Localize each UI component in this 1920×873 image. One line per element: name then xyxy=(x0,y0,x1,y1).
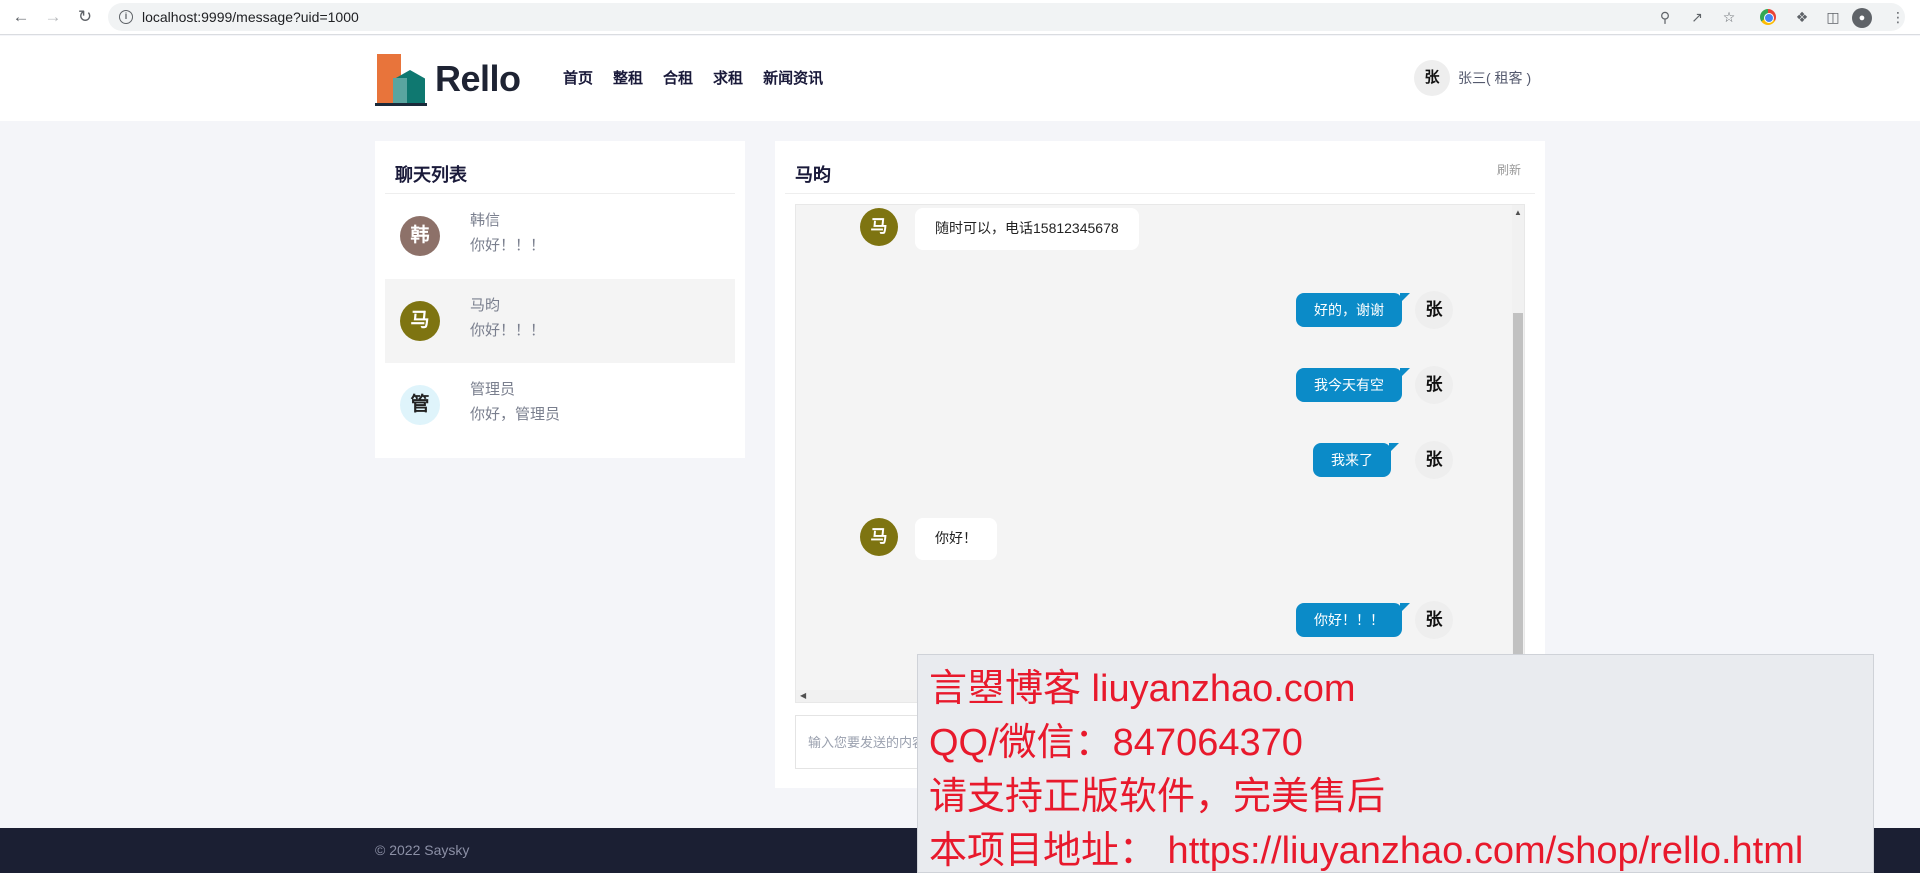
copyright: © 2022 Saysky xyxy=(375,842,470,858)
watermark-overlay: 言曌博客 liuyanzhao.com QQ/微信：847064370 请支持正… xyxy=(917,654,1874,873)
contact-item-admin[interactable]: 管 管理员 你好，管理员 xyxy=(385,363,735,447)
divider xyxy=(785,193,1535,194)
nav-home[interactable]: 首页 xyxy=(563,67,593,88)
logo[interactable]: Rello xyxy=(375,54,525,106)
chat-title: 马昀 xyxy=(795,165,831,185)
watermark-line: 言曌博客 liuyanzhao.com xyxy=(929,668,1356,710)
contact-last-message: 你好！！！ xyxy=(470,322,546,339)
key-icon[interactable]: ⚲ xyxy=(1655,7,1675,27)
vertical-scrollbar[interactable]: ▲ xyxy=(1512,205,1524,702)
info-icon[interactable]: i xyxy=(119,10,133,24)
avatar: 张 xyxy=(1415,366,1453,404)
forward-arrow-icon[interactable]: → xyxy=(42,6,64,28)
chat-list-title: 聊天列表 xyxy=(395,165,467,185)
main-nav: 首页 整租 合租 求租 新闻资讯 xyxy=(563,67,823,88)
message-bubble-received: 随时可以，电话15812345678 xyxy=(915,208,1139,250)
avatar: 马 xyxy=(860,518,898,556)
watermark-line: 本项目地址： https://liuyanzhao.com/shop/rello… xyxy=(929,830,1804,872)
bookmark-star-icon[interactable]: ☆ xyxy=(1719,7,1739,27)
contact-item-mayun[interactable]: 马 马昀 你好！！！ xyxy=(385,279,735,363)
nav-shared-rent[interactable]: 合租 xyxy=(663,67,693,88)
message-list[interactable]: 马 随时可以，电话15812345678 好的，谢谢 张 我今天有空 张 我来了… xyxy=(795,204,1525,703)
logo-text: Rello xyxy=(435,58,521,99)
nav-whole-rent[interactable]: 整租 xyxy=(613,67,643,88)
nav-seeking-rent[interactable]: 求租 xyxy=(713,67,743,88)
avatar: 管 xyxy=(400,385,440,425)
watermark-line: QQ/微信：847064370 xyxy=(929,722,1303,764)
browser-toolbar: ← → ↻ i localhost:9999/message?uid=1000 … xyxy=(0,0,1920,35)
nav-news[interactable]: 新闻资讯 xyxy=(763,67,823,88)
back-arrow-icon[interactable]: ← xyxy=(10,6,32,28)
scroll-up-arrow-icon[interactable]: ▲ xyxy=(1514,208,1522,217)
user-name[interactable]: 张三( 租客 ) xyxy=(1458,68,1531,88)
refresh-button[interactable]: 刷新 xyxy=(1497,161,1521,178)
logo-mark-icon xyxy=(375,54,427,106)
scrollbar-thumb[interactable] xyxy=(1513,313,1523,702)
contact-name: 马昀 xyxy=(470,297,501,314)
profile-icon[interactable]: ● xyxy=(1852,8,1872,28)
reload-icon[interactable]: ↻ xyxy=(74,6,96,28)
message-bubble-sent: 好的，谢谢 xyxy=(1296,293,1410,327)
contact-name: 管理员 xyxy=(470,381,516,398)
avatar: 张 xyxy=(1415,441,1453,479)
contact-item-hanxin[interactable]: 韩 韩信 你好！！！ xyxy=(385,194,735,278)
avatar: 马 xyxy=(400,301,440,341)
avatar: 张 xyxy=(1415,291,1453,329)
chrome-extension-icon[interactable] xyxy=(1760,9,1776,25)
avatar[interactable]: 张 xyxy=(1414,60,1450,96)
contact-last-message: 你好，管理员 xyxy=(470,406,561,423)
watermark-line: 请支持正版软件，完美售后 xyxy=(929,776,1386,818)
avatar: 张 xyxy=(1415,601,1453,639)
url-text[interactable]: localhost:9999/message?uid=1000 xyxy=(142,9,359,25)
message-bubble-sent: 我来了 xyxy=(1313,443,1399,477)
chat-list-panel: 聊天列表 韩 韩信 你好！！！ 马 马昀 你好！！！ 管 管理员 你好，管理员 xyxy=(375,141,745,458)
share-icon[interactable]: ↗ xyxy=(1687,7,1707,27)
contact-name: 韩信 xyxy=(470,212,501,229)
extensions-puzzle-icon[interactable]: ❖ xyxy=(1792,7,1812,27)
scroll-left-arrow-icon[interactable]: ◀ xyxy=(800,691,806,700)
side-panel-icon[interactable]: ◫ xyxy=(1823,7,1843,27)
avatar: 马 xyxy=(860,208,898,246)
site-header: Rello 首页 整租 合租 求租 新闻资讯 张 张三( 租客 ) xyxy=(0,36,1920,121)
address-bar[interactable]: i localhost:9999/message?uid=1000 ⚲ ↗ ☆ xyxy=(108,3,1905,31)
avatar: 韩 xyxy=(400,216,440,256)
message-bubble-sent: 我今天有空 xyxy=(1296,368,1410,402)
menu-kebab-icon[interactable]: ⋮ xyxy=(1888,7,1908,27)
contact-last-message: 你好！！！ xyxy=(470,237,546,254)
user-menu[interactable]: 张 张三( 租客 ) xyxy=(1414,60,1531,96)
message-bubble-sent: 你好！！！ xyxy=(1296,603,1410,637)
message-bubble-received: 你好！ xyxy=(915,518,997,560)
